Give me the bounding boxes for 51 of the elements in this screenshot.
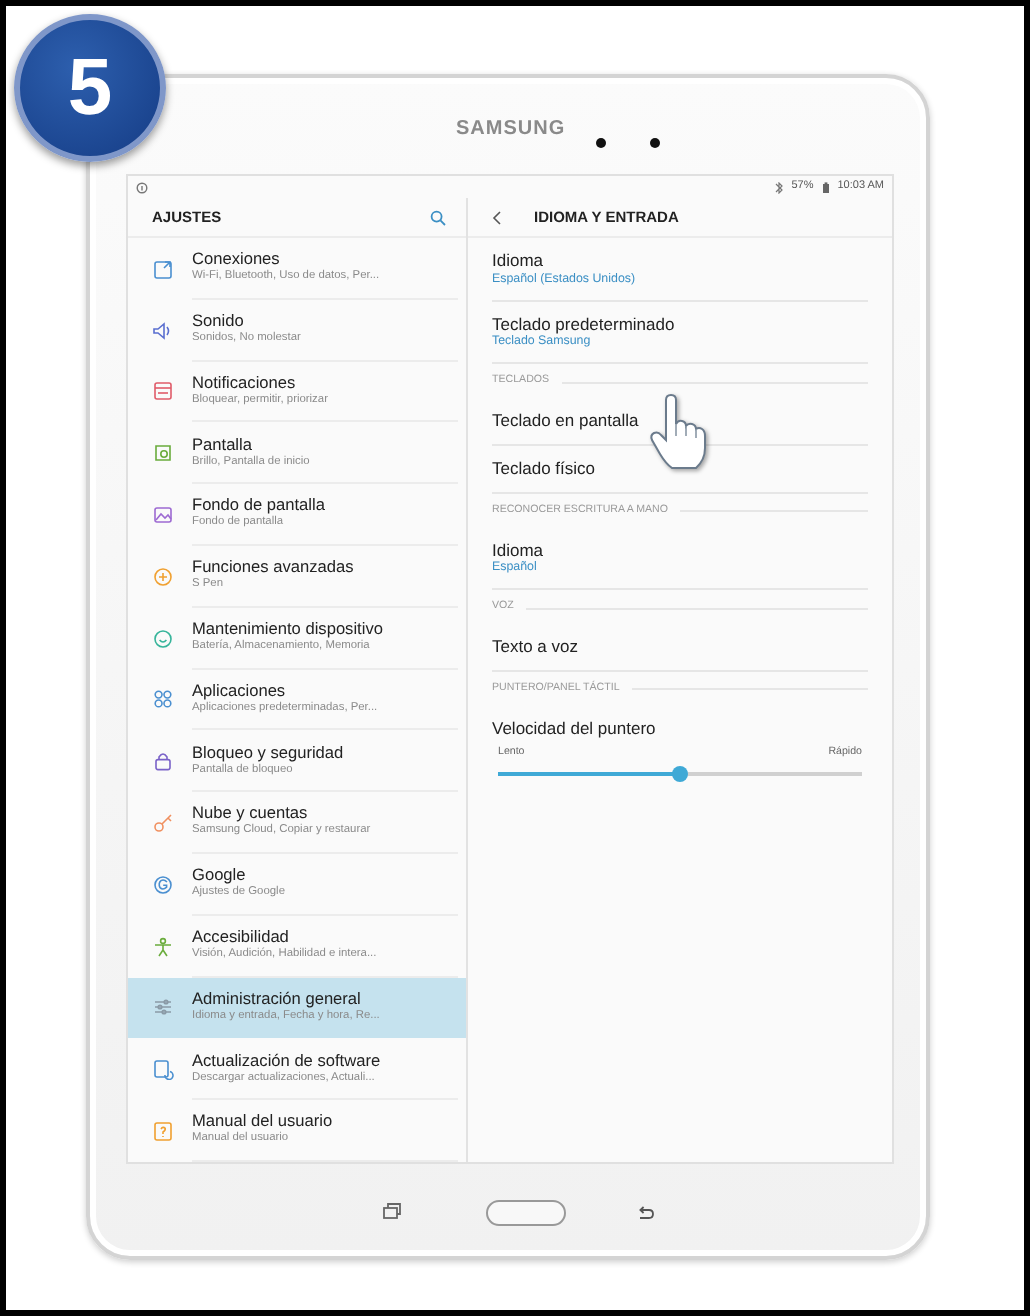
search-icon[interactable]	[430, 209, 446, 225]
slider-thumb[interactable]	[672, 766, 688, 783]
plus-circle-icon	[152, 565, 174, 588]
lock-icon	[152, 750, 174, 773]
setting-title: Idioma	[492, 539, 546, 561]
item-title: Bloqueo y seguridad	[192, 743, 346, 763]
back-icon[interactable]	[636, 1204, 654, 1220]
item-title: Sonido	[192, 312, 246, 331]
battery-icon	[821, 181, 830, 193]
bluetooth-icon	[773, 181, 784, 193]
step-number: 5	[14, 14, 166, 162]
item-title: Funciones avanzadas	[192, 558, 356, 578]
person-icon	[152, 935, 174, 958]
item-title: Fondo de pantalla	[192, 496, 327, 515]
back-icon[interactable]	[492, 209, 502, 225]
item-title: Accesibilidad	[192, 927, 291, 947]
setting-title: Velocidad del puntero	[492, 717, 658, 739]
item-title: Google	[192, 866, 248, 885]
setting-title: Teclado en pantalla	[492, 410, 641, 432]
item-title: Actualización de software	[192, 1051, 383, 1071]
camera-icon	[596, 138, 606, 148]
item-title: Notificaciones	[192, 373, 298, 393]
recent-apps-icon[interactable]	[382, 1202, 402, 1220]
item-title: Aplicaciones	[192, 681, 288, 701]
setting-title: Idioma	[492, 250, 546, 272]
grid-icon	[152, 688, 174, 711]
setting-title: Texto a voz	[492, 636, 580, 658]
item-title: Nube y cuentas	[192, 804, 310, 823]
display-icon	[152, 442, 174, 465]
info-icon	[136, 181, 148, 193]
item-title: Manual del usuario	[192, 1112, 335, 1131]
item-title: Pantalla	[192, 435, 254, 455]
letter-g-circle-icon	[152, 873, 174, 896]
setting-title: Teclado físico	[492, 457, 597, 480]
item-title: Conexiones	[192, 250, 282, 269]
brand-logo: SAMSUNG	[456, 116, 566, 144]
item-title: Administración general	[192, 989, 363, 1009]
setting-title: Teclado predeterminado	[492, 313, 677, 334]
pointing-hand-icon	[648, 394, 708, 470]
manual-icon	[152, 1120, 174, 1143]
item-title: Mantenimiento dispositivo	[192, 620, 385, 639]
camera-icon	[650, 138, 660, 148]
speaker-icon	[152, 319, 174, 342]
home-button[interactable]	[486, 1200, 566, 1226]
panel-icon	[152, 380, 174, 403]
update-icon	[152, 1058, 174, 1081]
image-icon	[152, 504, 174, 527]
circle-icon	[152, 627, 174, 650]
sliders-icon	[152, 996, 174, 1019]
setting-row[interactable]: Texto a voz	[492, 624, 868, 672]
key-icon	[152, 812, 174, 835]
